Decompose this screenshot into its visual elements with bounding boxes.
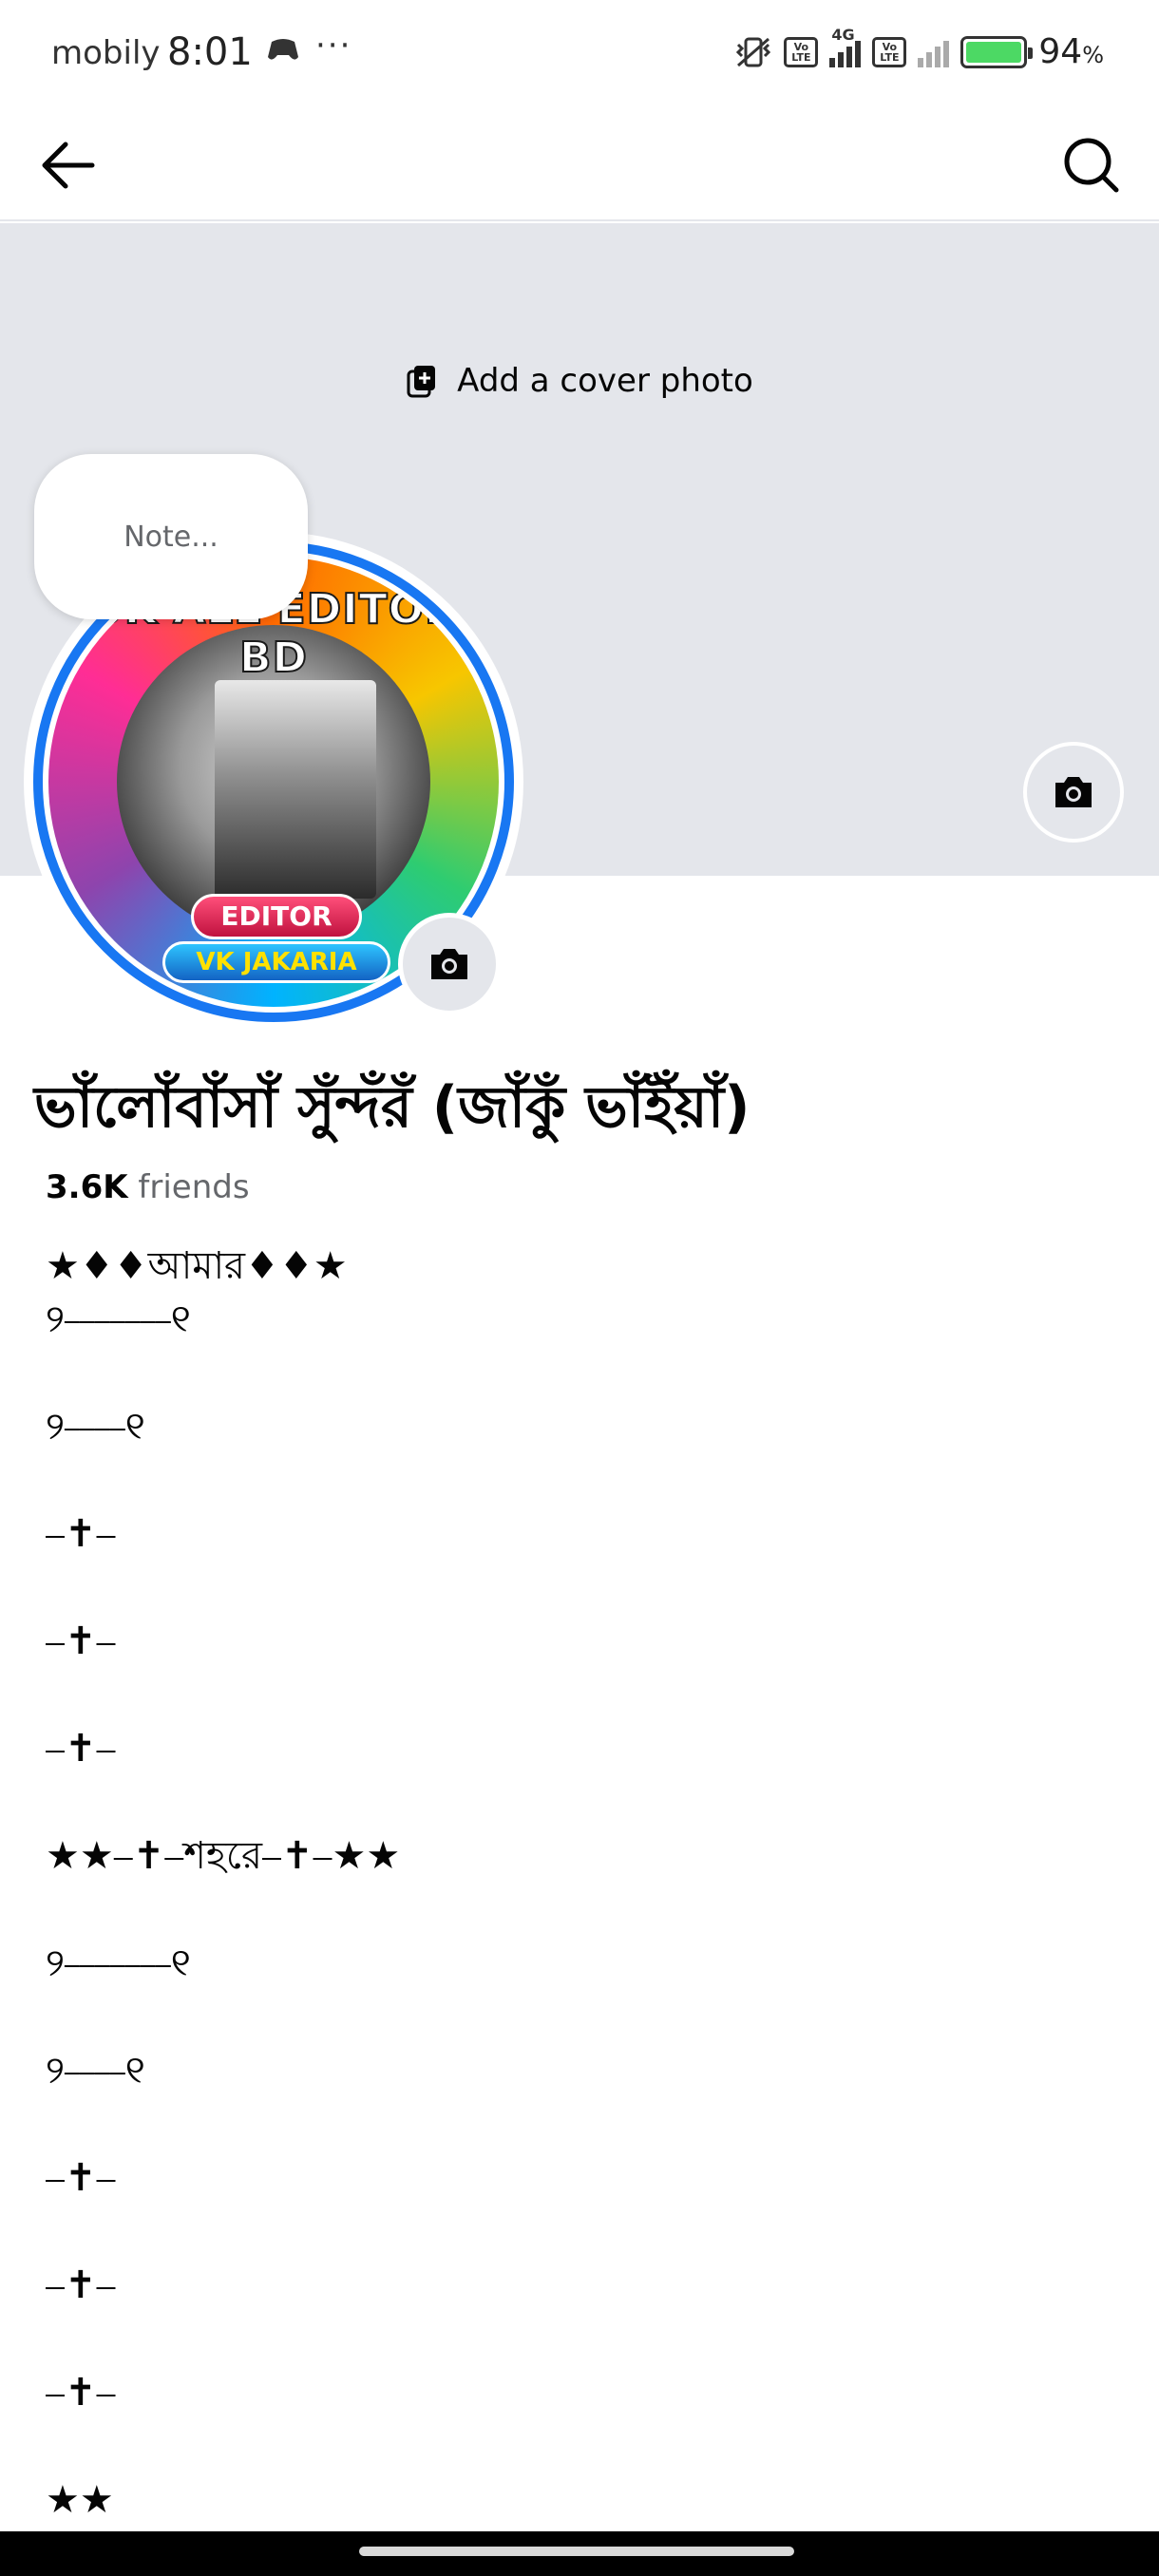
note-placeholder: Note... bbox=[124, 520, 218, 554]
system-navigation-bar bbox=[0, 2531, 1159, 2576]
bio-line: ୨⎯⎯⎯⎯୧ bbox=[46, 1405, 145, 1449]
search-icon bbox=[1064, 138, 1119, 193]
bio-line bbox=[46, 2419, 1129, 2473]
profile-name: ভাঁলোঁবাঁসাঁ সুঁন্দঁরঁ (জাঁকুঁ ভাঁইঁয়াঁ… bbox=[34, 1074, 750, 1141]
bio-line: ⎯✝⎯ bbox=[46, 1727, 116, 1771]
battery-percentage: 94% bbox=[1038, 32, 1104, 71]
carrier-name: mobily bbox=[51, 34, 161, 72]
more-notifications-icon: ··· bbox=[315, 27, 352, 65]
gamepad-icon bbox=[268, 39, 298, 60]
bio-line: ★￼★⎯✝⎯￼শহরে￼⎯✝⎯★￼★ bbox=[46, 1834, 401, 1878]
back-button[interactable] bbox=[34, 132, 101, 199]
volte-sim2-icon: Vo LTE bbox=[872, 36, 907, 67]
bio-line bbox=[46, 1346, 1129, 1400]
top-navigation bbox=[0, 109, 1159, 221]
bio-line: ୨⎯⎯⎯⎯⎯⎯⎯୧ bbox=[46, 1297, 191, 1341]
edit-cover-photo-button[interactable] bbox=[1023, 742, 1124, 843]
camera-icon bbox=[431, 949, 467, 979]
bio-line bbox=[46, 1561, 1129, 1615]
add-photo-icon bbox=[407, 366, 436, 398]
clock: 8:01 bbox=[167, 30, 253, 74]
edit-profile-picture-button[interactable] bbox=[398, 913, 501, 1015]
bio-line bbox=[46, 1775, 1129, 1829]
signal-strength-sim2-icon bbox=[918, 37, 950, 67]
bio-line: ⎯✝⎯ bbox=[46, 2156, 116, 2200]
bio-line: ୨⎯⎯⎯⎯୧ bbox=[46, 2049, 145, 2093]
friends-count: 3.6K bbox=[46, 1168, 128, 1206]
add-cover-photo-label: Add a cover photo bbox=[457, 362, 753, 400]
bio-line: ⎯✝⎯ bbox=[46, 2371, 116, 2415]
camera-icon bbox=[1055, 777, 1092, 807]
friends-label: friends bbox=[138, 1168, 250, 1206]
volte-icon: Vo LTE bbox=[784, 36, 819, 67]
avatar-editor-badge: EDITOR bbox=[191, 894, 362, 939]
bio-line bbox=[46, 2097, 1129, 2151]
bio-line bbox=[46, 2312, 1129, 2366]
battery-icon bbox=[960, 35, 1034, 68]
status-icons: Vo LTE 4G Vo LTE 94% bbox=[734, 26, 1104, 71]
arrow-left-icon bbox=[42, 142, 95, 189]
bio-line bbox=[46, 2205, 1129, 2259]
friends-count-link[interactable]: 3.6K friends bbox=[46, 1168, 250, 1206]
bio-line: ⎯✝⎯ bbox=[46, 1512, 116, 1556]
person-photo bbox=[215, 680, 376, 899]
avatar-name-badge: VK JAKARIA bbox=[162, 941, 390, 983]
bio-line: ★♦♦￼￼আমার￼￼♦♦★ bbox=[46, 1244, 348, 1288]
bio-text: ★♦♦￼￼আমার￼￼♦♦★ ୨⎯⎯⎯⎯⎯⎯⎯୧ ୨⎯⎯⎯⎯୧ ⎯✝⎯ ⎯✝⎯ ⎯✝⎯ ★￼… bbox=[46, 1240, 1129, 2527]
bio-line bbox=[46, 1668, 1129, 1722]
bio-line: ⎯✝⎯ bbox=[46, 2263, 116, 2307]
bio-line: ★￼★ bbox=[46, 2478, 114, 2522]
note-bubble[interactable]: Note... bbox=[34, 454, 308, 619]
signal-strength-sim1-icon: 4G bbox=[829, 26, 862, 67]
add-cover-photo-button[interactable]: Add a cover photo bbox=[0, 362, 1159, 400]
bio-line bbox=[46, 1990, 1129, 2044]
search-button[interactable] bbox=[1058, 132, 1125, 199]
bio-line bbox=[46, 1883, 1129, 1937]
bio-line: ୨⎯⎯⎯⎯⎯⎯⎯୧ bbox=[46, 1941, 191, 1985]
vibrate-icon bbox=[736, 37, 771, 66]
bio-line: ⎯✝⎯ bbox=[46, 1619, 116, 1663]
home-gesture-indicator[interactable] bbox=[359, 2547, 794, 2556]
status-bar: mobily 8:01 ··· Vo LTE 4G Vo LTE 94% bbox=[0, 0, 1159, 109]
bio-line bbox=[46, 1453, 1129, 1507]
